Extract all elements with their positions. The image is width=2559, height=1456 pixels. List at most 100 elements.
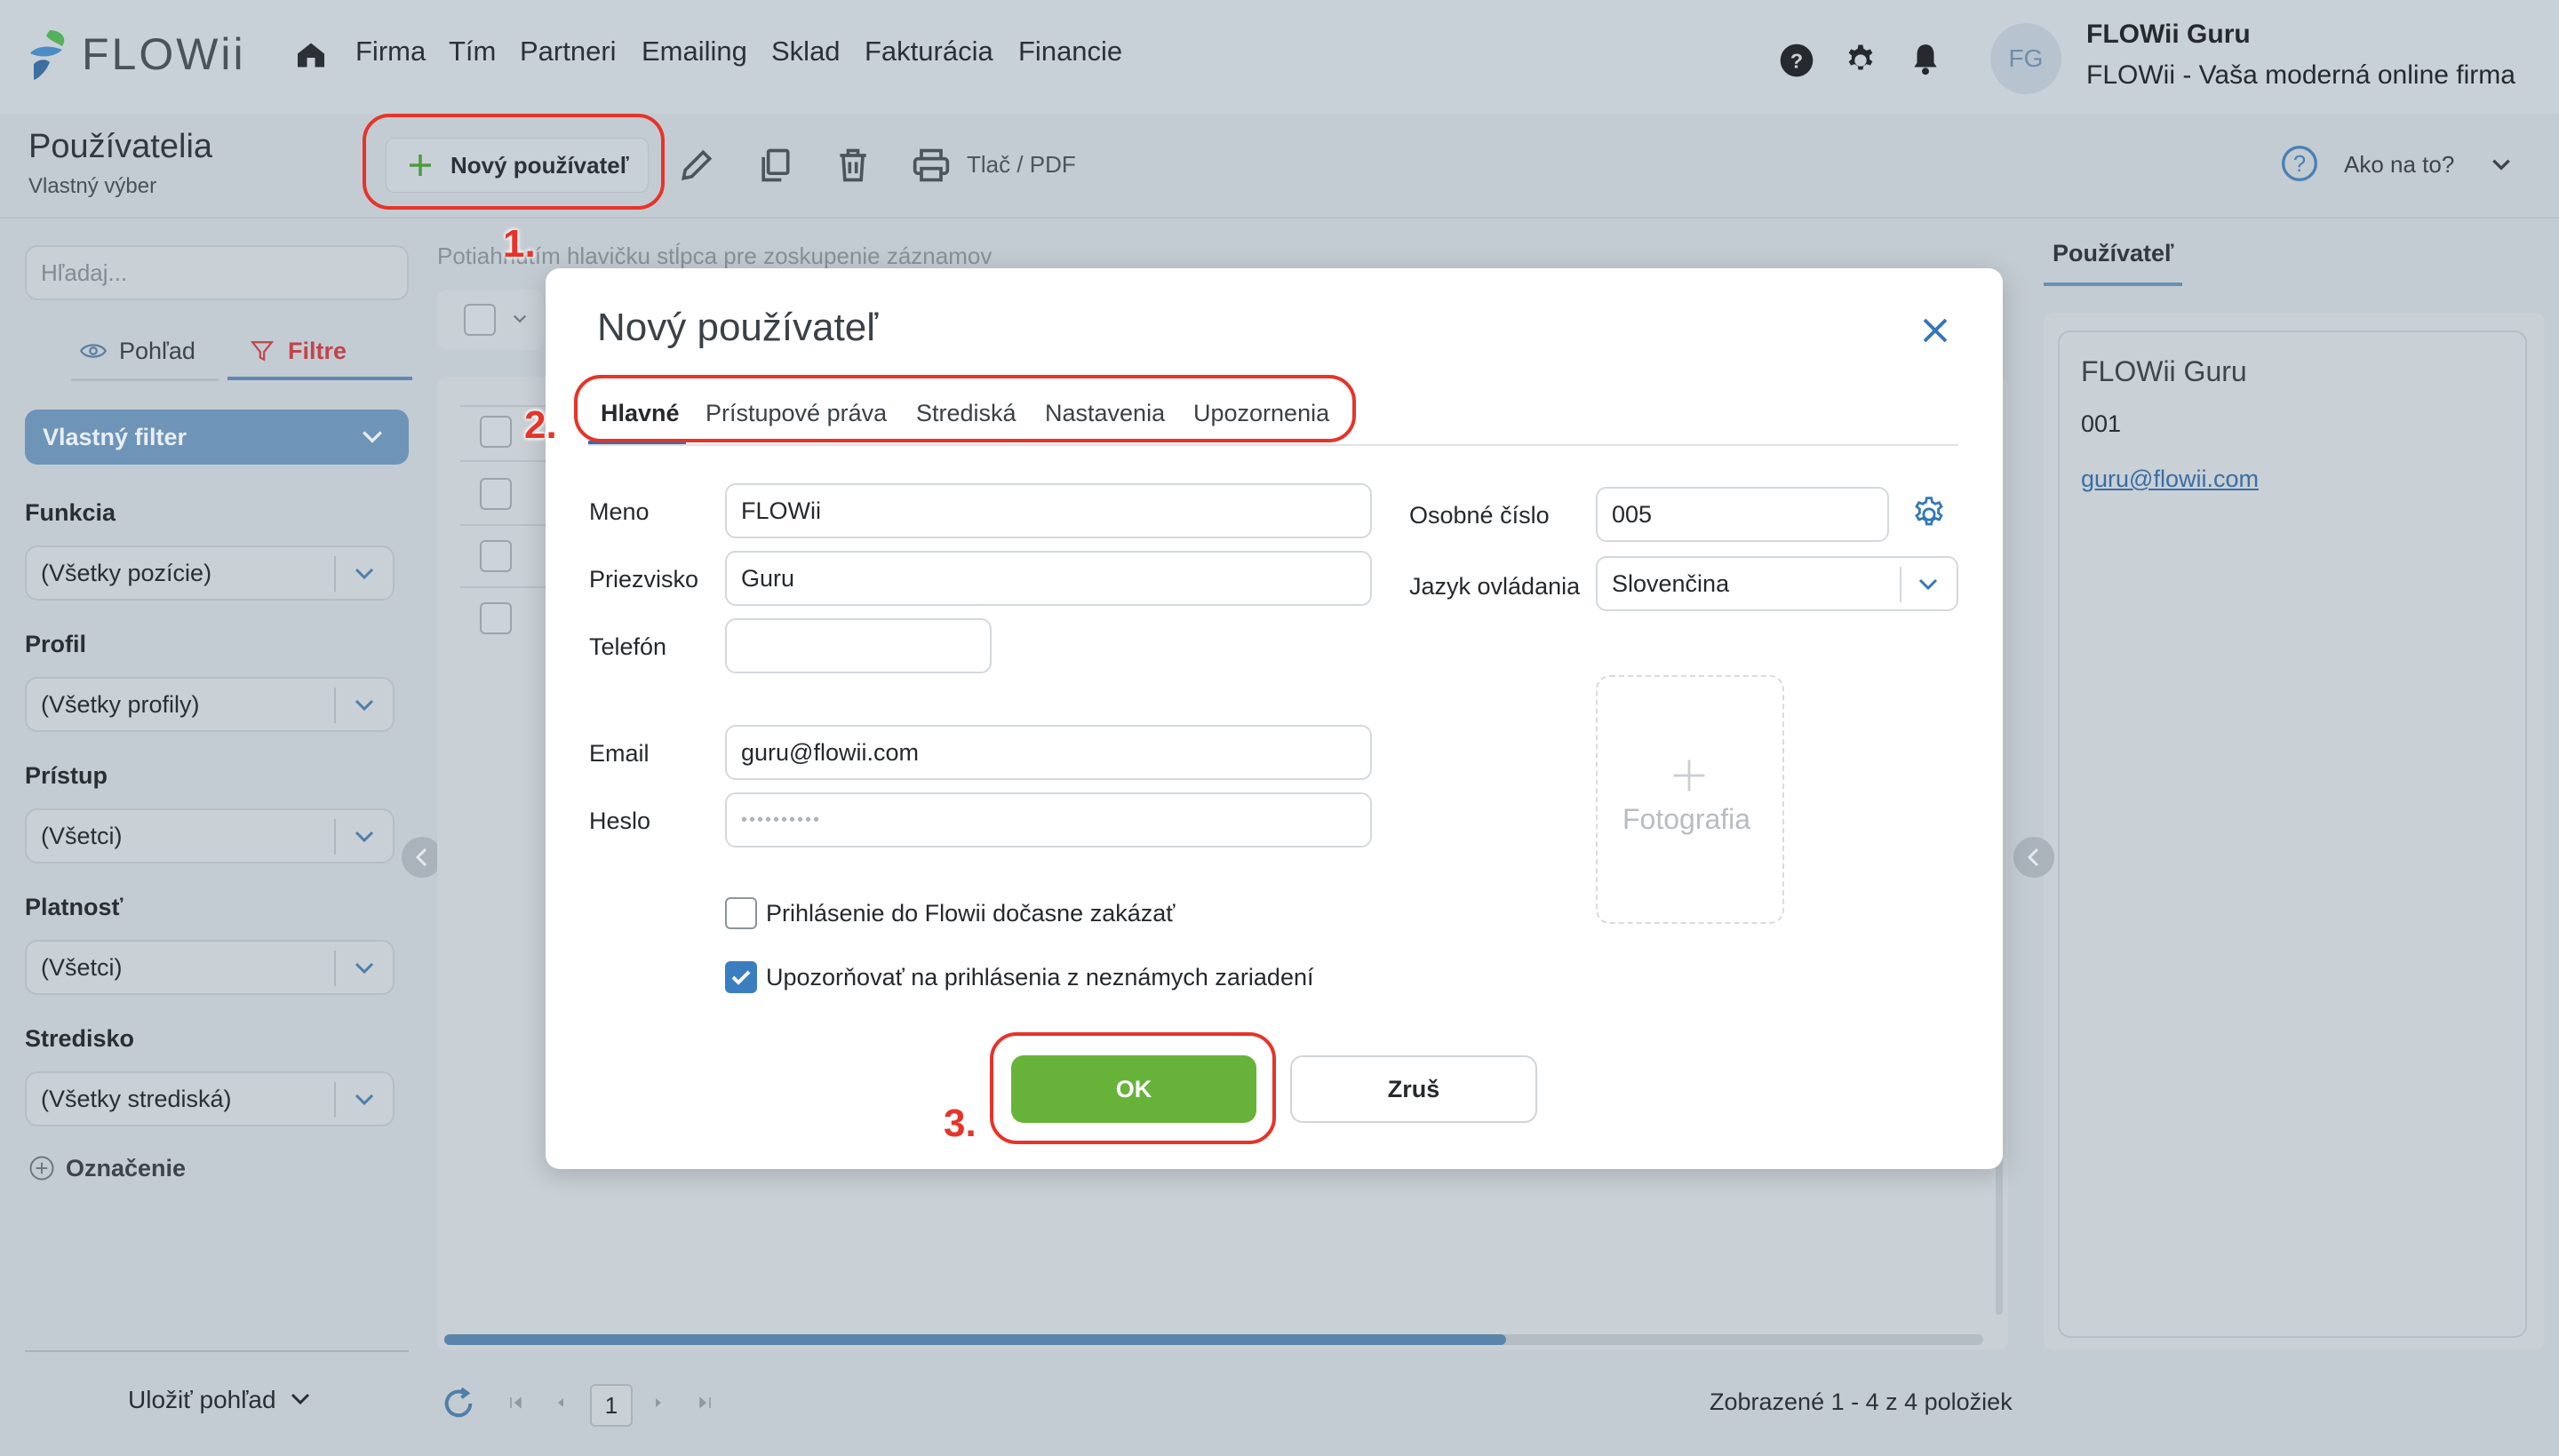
copy-icon[interactable] bbox=[755, 146, 794, 185]
first-page-icon[interactable] bbox=[508, 1395, 524, 1411]
cancel-button[interactable]: Zruš bbox=[1290, 1055, 1537, 1123]
filter-value: (Všetky strediská) bbox=[41, 1086, 232, 1112]
filter-value: (Všetky pozície) bbox=[41, 560, 212, 586]
refresh-icon[interactable] bbox=[441, 1386, 476, 1421]
annotation-ring-3 bbox=[990, 1032, 1276, 1144]
sidebar-divider bbox=[25, 1350, 409, 1352]
custom-filter-dropdown[interactable]: Vlastný filter bbox=[25, 410, 409, 465]
select-divider bbox=[334, 556, 336, 592]
vertical-scrollbar[interactable] bbox=[1996, 1155, 2003, 1315]
filter-icon bbox=[251, 339, 274, 362]
last-page-icon[interactable] bbox=[697, 1395, 713, 1411]
email-label: Email bbox=[589, 740, 650, 767]
select-divider bbox=[334, 1082, 336, 1118]
nav-item-financie[interactable]: Financie bbox=[1018, 36, 1122, 68]
filter-value: (Všetky profily) bbox=[41, 691, 200, 718]
notify-unknown-devices-label[interactable]: Upozorňovať na prihlásenia z neznámych z… bbox=[766, 964, 1313, 991]
row-divider bbox=[460, 460, 549, 462]
question-circle-icon[interactable]: ? bbox=[2280, 144, 2319, 183]
horizontal-scrollbar-thumb[interactable] bbox=[444, 1334, 1506, 1345]
email-input[interactable]: guru@flowii.com bbox=[725, 725, 1372, 780]
tab-filters[interactable]: Filtre bbox=[288, 338, 347, 365]
nav-item-sklad[interactable]: Sklad bbox=[771, 36, 841, 68]
chevron-down-icon bbox=[354, 959, 375, 977]
step-number-1: 1. bbox=[503, 222, 536, 266]
photo-upload[interactable] bbox=[1596, 675, 1784, 924]
disable-login-label[interactable]: Prihlásenie do Flowii dočasne zakázať bbox=[766, 900, 1175, 927]
how-to-button[interactable]: Ako na to? bbox=[2344, 151, 2454, 179]
dialog-title: Nový používateľ bbox=[597, 306, 879, 349]
chevron-down-icon[interactable] bbox=[512, 313, 528, 325]
notify-unknown-devices-checkbox[interactable] bbox=[725, 961, 757, 993]
close-icon[interactable] bbox=[1919, 314, 1951, 346]
logo-text[interactable]: FLOWii bbox=[82, 28, 246, 80]
nav-item-fakturacia[interactable]: Fakturácia bbox=[865, 36, 993, 68]
print-icon[interactable] bbox=[912, 146, 951, 185]
plus-icon bbox=[1670, 757, 1708, 794]
filter-select-pristup[interactable]: (Všetci) bbox=[25, 808, 395, 863]
select-divider bbox=[1900, 567, 1901, 602]
help-icon[interactable]: ? bbox=[1779, 43, 1814, 78]
gear-icon[interactable] bbox=[1910, 496, 1948, 533]
detail-user-email-link[interactable]: guru@flowii.com bbox=[2081, 465, 2259, 493]
filter-select-platnost[interactable]: (Všetci) bbox=[25, 940, 395, 995]
plus-circle-icon[interactable] bbox=[28, 1155, 55, 1182]
osobne-cislo-label: Osobné číslo bbox=[1409, 502, 1550, 529]
flowii-logo-icon[interactable] bbox=[27, 27, 71, 84]
next-page-icon[interactable] bbox=[650, 1395, 666, 1411]
heslo-label: Heslo bbox=[589, 808, 651, 834]
tag-label[interactable]: Označenie bbox=[66, 1155, 186, 1182]
step-number-2: 2. bbox=[524, 403, 557, 447]
current-page[interactable]: 1 bbox=[590, 1384, 633, 1427]
avatar[interactable]: FG bbox=[1990, 23, 2061, 94]
row-checkbox[interactable] bbox=[480, 602, 512, 634]
meno-input[interactable]: FLOWii bbox=[725, 483, 1372, 538]
edit-icon[interactable] bbox=[677, 146, 716, 185]
print-pdf-button[interactable]: Tlač / PDF bbox=[967, 151, 1076, 179]
tab-view[interactable]: Pohľad bbox=[119, 338, 195, 365]
disable-login-checkbox[interactable] bbox=[725, 897, 757, 929]
chevron-down-icon bbox=[361, 427, 384, 447]
gear-icon[interactable] bbox=[1843, 43, 1878, 78]
home-icon[interactable] bbox=[295, 39, 327, 71]
save-view-button[interactable]: Uložiť pohľad bbox=[128, 1386, 276, 1414]
row-checkbox[interactable] bbox=[480, 540, 512, 572]
tab-user-detail[interactable]: Používateľ bbox=[2053, 240, 2173, 267]
filter-select-profil[interactable]: (Všetky profily) bbox=[25, 677, 395, 732]
priezvisko-label: Priezvisko bbox=[589, 566, 699, 593]
jazyk-select[interactable]: Slovenčina bbox=[1596, 556, 1958, 611]
page-title: Používatelia bbox=[28, 128, 213, 165]
select-divider bbox=[334, 819, 336, 855]
nav-item-partneri[interactable]: Partneri bbox=[520, 36, 617, 68]
telefon-label: Telefón bbox=[589, 633, 667, 660]
photo-label: Fotografia bbox=[1622, 803, 1751, 835]
filter-label-profil: Profil bbox=[25, 631, 87, 657]
chevron-down-icon bbox=[354, 696, 375, 714]
filter-select-stredisko[interactable]: (Všetky strediská) bbox=[25, 1071, 395, 1126]
detail-user-number: 001 bbox=[2081, 410, 2122, 437]
select-all-checkbox[interactable] bbox=[464, 304, 496, 336]
filter-label-stredisko: Stredisko bbox=[25, 1025, 135, 1052]
telefon-input[interactable] bbox=[725, 618, 992, 673]
row-checkbox[interactable] bbox=[480, 478, 512, 510]
tab-user-underline bbox=[2044, 282, 2182, 286]
priezvisko-input[interactable]: Guru bbox=[725, 551, 1372, 606]
nav-item-firma[interactable]: Firma bbox=[355, 36, 426, 68]
filter-select-funkcia[interactable]: (Všetky pozície) bbox=[25, 545, 395, 601]
chevron-down-icon[interactable] bbox=[290, 1389, 311, 1409]
chevron-down-icon[interactable] bbox=[2490, 153, 2513, 176]
annotation-ring-1 bbox=[363, 114, 665, 210]
user-name: FLOWii Guru bbox=[2086, 20, 2251, 49]
detail-user-name: FLOWii Guru bbox=[2081, 355, 2247, 387]
heslo-input[interactable]: •••••••••• bbox=[725, 792, 1372, 847]
row-checkbox[interactable] bbox=[480, 416, 512, 448]
trash-icon[interactable] bbox=[833, 146, 873, 185]
nav-item-emailing[interactable]: Emailing bbox=[642, 36, 747, 68]
osobne-cislo-input[interactable]: 005 bbox=[1596, 487, 1889, 542]
nav-item-tim[interactable]: Tím bbox=[449, 36, 496, 68]
search-input[interactable]: Hľadaj... bbox=[25, 245, 409, 300]
prev-page-icon[interactable] bbox=[553, 1395, 569, 1411]
collapse-right-button[interactable] bbox=[2013, 837, 2054, 878]
jazyk-value: Slovenčina bbox=[1612, 570, 1730, 597]
bell-icon[interactable] bbox=[1909, 41, 1942, 76]
